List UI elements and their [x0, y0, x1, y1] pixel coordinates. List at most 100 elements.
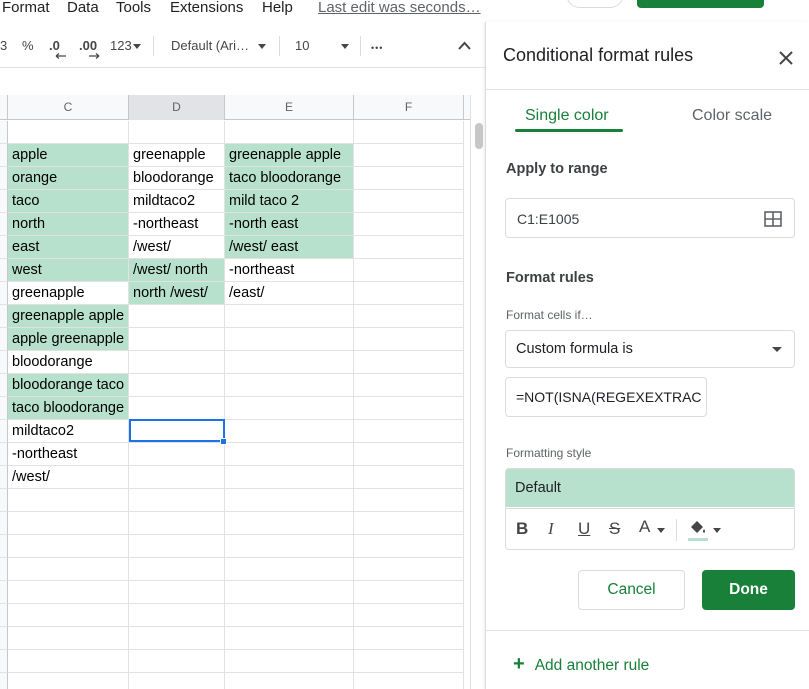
cell-c[interactable]: north	[8, 213, 129, 236]
cell-d[interactable]	[129, 650, 225, 673]
row-header[interactable]	[0, 466, 8, 489]
column-header-e[interactable]: E	[225, 95, 354, 120]
cell-c[interactable]: -northeast	[8, 443, 129, 466]
cell-e[interactable]	[225, 650, 354, 673]
add-another-rule-button[interactable]: + Add another rule	[513, 653, 649, 676]
strikethrough-button[interactable]: S	[609, 519, 620, 539]
more-formats-button[interactable]: 123	[110, 38, 132, 54]
row-header[interactable]	[0, 236, 8, 259]
cell-d[interactable]	[129, 466, 225, 489]
currency-format-button[interactable]: 3	[0, 38, 7, 54]
cell-d[interactable]	[129, 328, 225, 351]
cell-c[interactable]: apple greenapple	[8, 328, 129, 351]
row-header[interactable]	[0, 558, 8, 581]
cell-e[interactable]	[225, 558, 354, 581]
row-header[interactable]	[0, 673, 8, 689]
column-header-f[interactable]: F	[354, 95, 464, 120]
cell-c[interactable]	[8, 604, 129, 627]
cell-e[interactable]	[225, 466, 354, 489]
fill-handle[interactable]	[220, 438, 227, 445]
font-size-select[interactable]: 10	[295, 38, 309, 54]
done-button[interactable]: Done	[702, 570, 795, 610]
row-header[interactable]	[0, 443, 8, 466]
cell-c[interactable]: bloodorange	[8, 351, 129, 374]
cell-c[interactable]	[8, 489, 129, 512]
cell-f[interactable]	[354, 121, 464, 144]
cell-d[interactable]	[129, 512, 225, 535]
cell-e[interactable]	[225, 443, 354, 466]
range-input[interactable]: C1:E1005	[505, 198, 795, 238]
cell-c[interactable]	[8, 535, 129, 558]
cell-d[interactable]	[129, 673, 225, 689]
cell-c[interactable]	[8, 673, 129, 689]
italic-button[interactable]: I	[548, 519, 554, 539]
row-header[interactable]	[0, 650, 8, 673]
cell-f[interactable]	[354, 489, 464, 512]
text-color-button[interactable]: A	[639, 517, 650, 537]
share-button[interactable]	[637, 0, 764, 8]
cell-e[interactable]	[225, 374, 354, 397]
cell-f[interactable]	[354, 650, 464, 673]
cell-d[interactable]	[129, 420, 225, 443]
row-header[interactable]	[0, 374, 8, 397]
cell-e[interactable]: greenapple apple	[225, 144, 354, 167]
row-header[interactable]	[0, 305, 8, 328]
menu-help[interactable]: Help	[262, 0, 293, 18]
cell-f[interactable]	[354, 351, 464, 374]
menu-format[interactable]: Format	[2, 0, 50, 18]
row-header[interactable]	[0, 121, 8, 144]
row-header[interactable]	[0, 328, 8, 351]
chevron-up-icon[interactable]	[458, 41, 471, 50]
row-header[interactable]	[0, 397, 8, 420]
percent-format-button[interactable]: %	[22, 38, 34, 54]
cell-f[interactable]	[354, 374, 464, 397]
cell-f[interactable]	[354, 259, 464, 282]
cell-e[interactable]: -north east	[225, 213, 354, 236]
cell-c[interactable]: bloodorange taco	[8, 374, 129, 397]
row-header[interactable]	[0, 627, 8, 650]
cell-e[interactable]	[225, 351, 354, 374]
cell-e[interactable]	[225, 673, 354, 689]
menu-tools[interactable]: Tools	[116, 0, 151, 18]
cell-f[interactable]	[354, 604, 464, 627]
row-header[interactable]	[0, 489, 8, 512]
cell-e[interactable]	[225, 581, 354, 604]
column-header-c[interactable]: C	[8, 95, 129, 120]
cell-d[interactable]: /west/ north	[129, 259, 225, 282]
cell-f[interactable]	[354, 673, 464, 689]
font-family-select[interactable]: Default (Ari…	[171, 38, 249, 54]
row-header[interactable]	[0, 604, 8, 627]
cell-c[interactable]: mildtaco2	[8, 420, 129, 443]
cell-e[interactable]	[225, 627, 354, 650]
select-range-icon[interactable]	[764, 210, 782, 228]
cell-f[interactable]	[354, 282, 464, 305]
row-header[interactable]	[0, 167, 8, 190]
cell-e[interactable]	[225, 328, 354, 351]
cell-f[interactable]	[354, 443, 464, 466]
cell-c[interactable]: /west/	[8, 466, 129, 489]
cell-d[interactable]	[129, 121, 225, 144]
row-header[interactable]	[0, 512, 8, 535]
cell-c[interactable]: apple	[8, 144, 129, 167]
cell-c[interactable]: taco bloodorange	[8, 397, 129, 420]
cell-c[interactable]	[8, 581, 129, 604]
avatar[interactable]	[760, 0, 782, 6]
cell-e[interactable]: mild taco 2	[225, 190, 354, 213]
cell-f[interactable]	[354, 512, 464, 535]
cell-e[interactable]: -northeast	[225, 259, 354, 282]
cell-e[interactable]	[225, 512, 354, 535]
cell-f[interactable]	[354, 305, 464, 328]
column-header-d[interactable]: D	[129, 95, 225, 120]
cell-f[interactable]	[354, 328, 464, 351]
increase-decimal-button[interactable]: .00	[79, 38, 97, 54]
cell-f[interactable]	[354, 581, 464, 604]
cell-d[interactable]: bloodorange	[129, 167, 225, 190]
cell-f[interactable]	[354, 213, 464, 236]
cell-d[interactable]: /west/	[129, 236, 225, 259]
cell-c[interactable]	[8, 627, 129, 650]
cell-e[interactable]	[225, 489, 354, 512]
cell-f[interactable]	[354, 167, 464, 190]
cell-d[interactable]	[129, 558, 225, 581]
cell-c[interactable]: west	[8, 259, 129, 282]
cell-c[interactable]: greenapple	[8, 282, 129, 305]
